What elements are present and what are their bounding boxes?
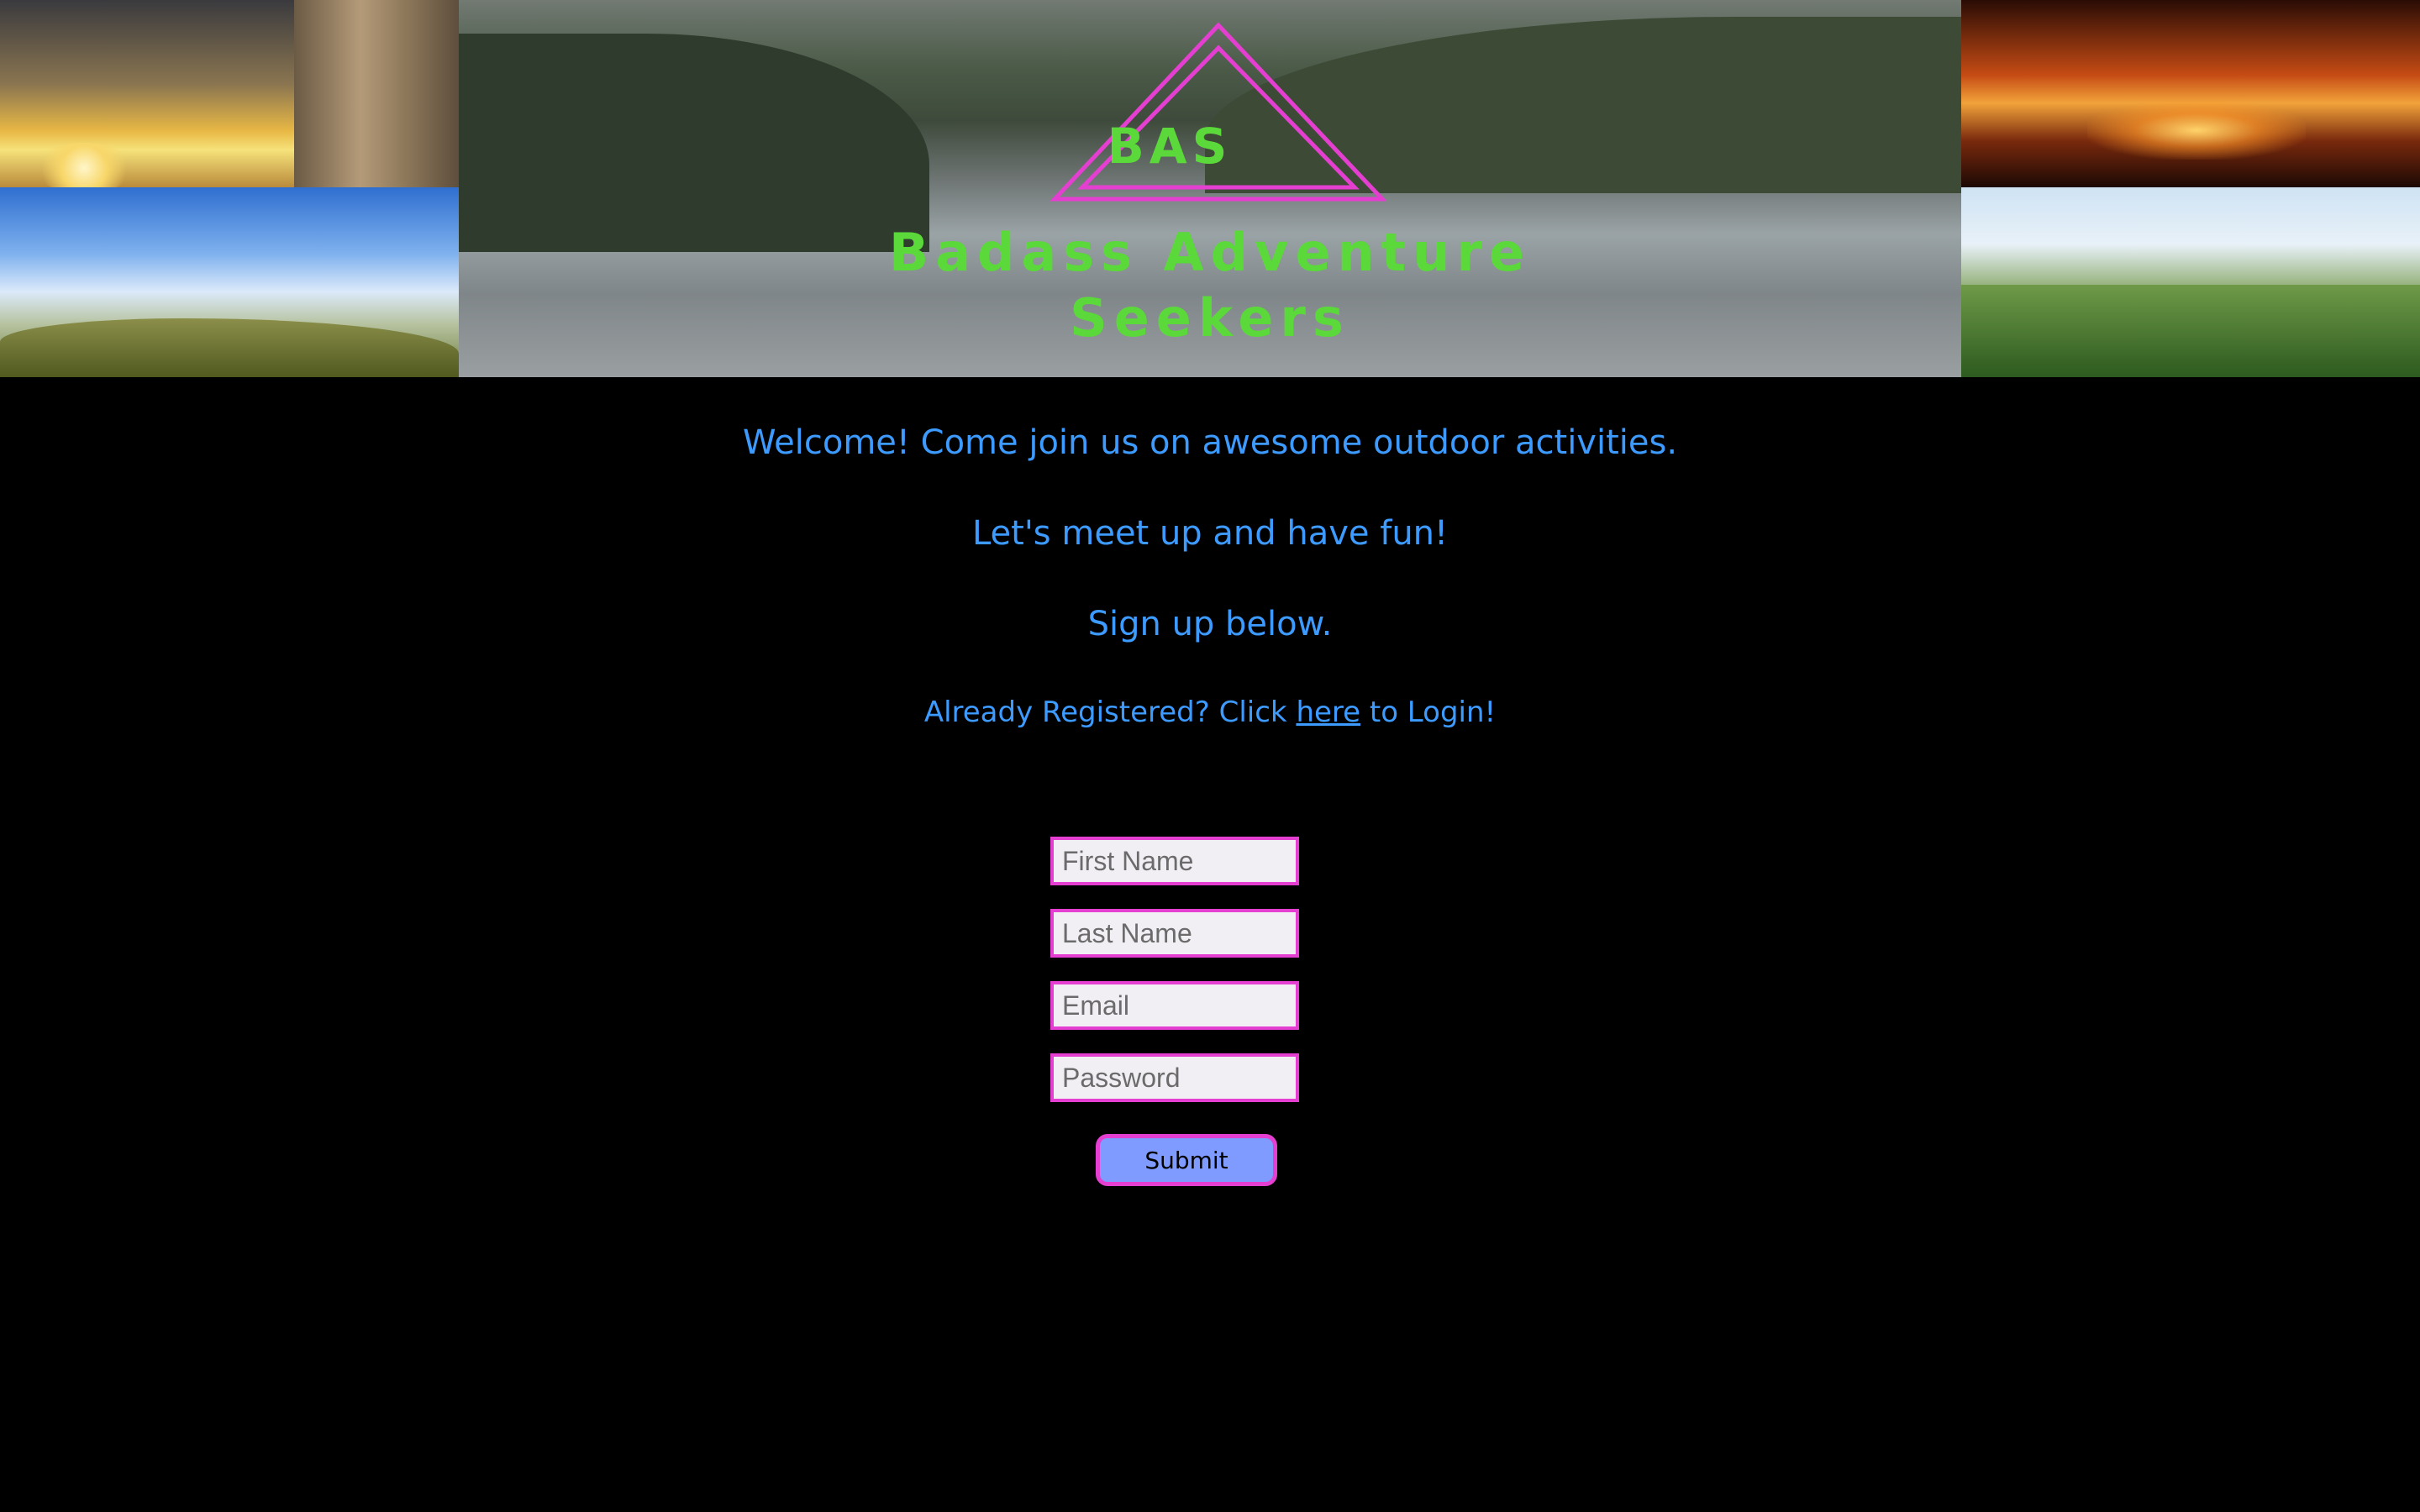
mountain-left [459, 34, 929, 252]
signup-form [1050, 837, 1299, 1126]
meetup-text: Let's meet up and have fun! [971, 514, 1449, 553]
email-input[interactable] [1050, 981, 1299, 1030]
submit-button[interactable]: Submit [1096, 1134, 1277, 1186]
brand-name-line-2: Seekers [1070, 287, 1350, 349]
zipline-photo [1961, 187, 2420, 377]
login-prompt-suffix: to Login! [1360, 696, 1497, 729]
first-name-input[interactable] [1050, 837, 1299, 885]
login-link[interactable]: here [1296, 696, 1360, 729]
login-prompt: Already Registered? Click here to Login! [0, 696, 2420, 729]
hikers-photo [0, 187, 459, 377]
login-prompt-prefix: Already Registered? Click [923, 696, 1297, 729]
signup-prompt: Sign up below. [1087, 605, 1333, 643]
rock-face [294, 0, 459, 187]
grass-hill [0, 318, 459, 377]
brand-name-line-1: Badass Adventure [888, 222, 1532, 283]
brand-abbreviation: BAS [1107, 118, 1233, 175]
kayak-sunset-photo [1961, 0, 2420, 187]
welcome-text: Welcome! Come join us on awesome outdoor… [742, 423, 1678, 462]
green-hill [1961, 285, 2420, 377]
sun-glow [34, 143, 134, 187]
header-banner: BAS Badass Adventure Seekers [0, 0, 2420, 377]
brand-name: Badass Adventure Seekers [459, 220, 1961, 351]
last-name-input[interactable] [1050, 909, 1299, 958]
rock-climbing-photo [0, 0, 459, 187]
sunset-reflection [2087, 101, 2306, 160]
intro-section: Welcome! Come join us on awesome outdoor… [0, 377, 2420, 729]
password-input[interactable] [1050, 1053, 1299, 1102]
triangle-logo-icon [1050, 22, 1386, 202]
